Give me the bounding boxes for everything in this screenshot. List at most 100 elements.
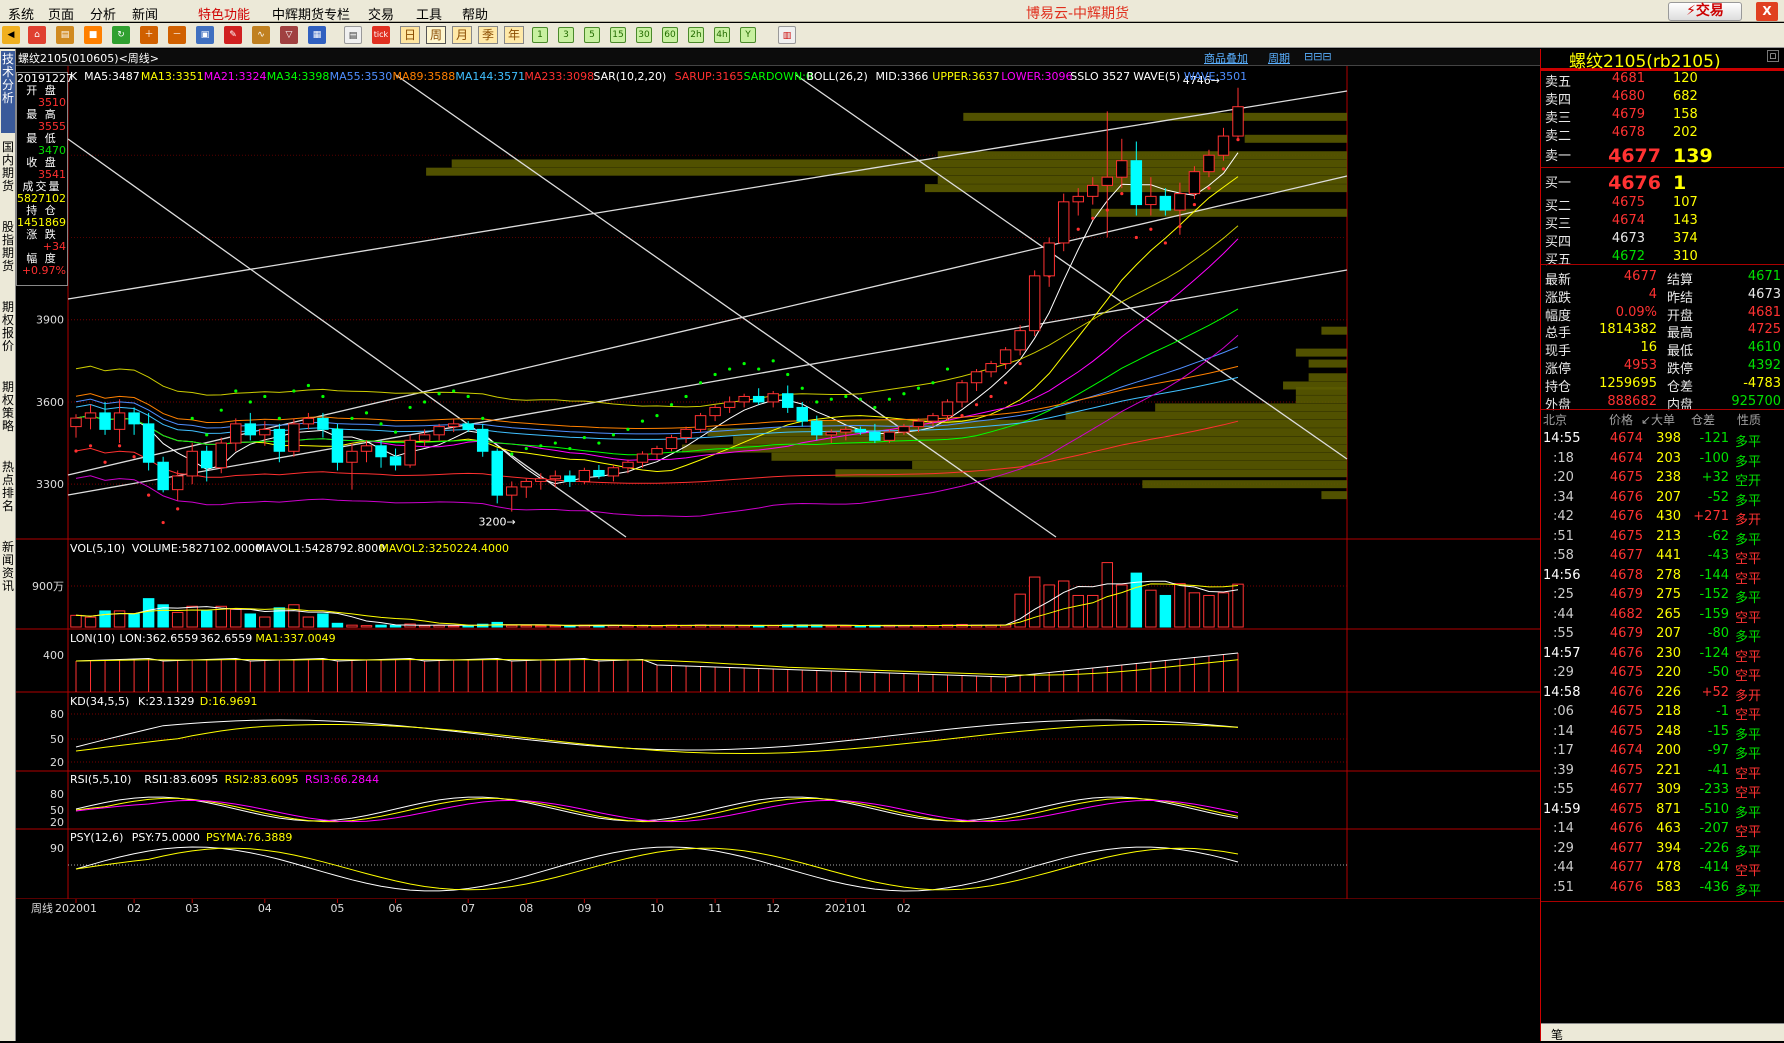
ma-legend: MA233:3098 [524,70,594,83]
info-box: 20191227 开 盘 3510 最 高 3555 最 低 3470 收 盘 3541 成交量… [16,72,73,286]
tick-price: 4679 [1609,587,1643,602]
news-icon[interactable]: ■ [84,26,102,44]
sidebar-tab-options-strategy[interactable]: 期权策略 [1,381,15,433]
close-button[interactable]: X [1756,2,1778,21]
period-month-button[interactable]: 月 [452,26,472,44]
candle-body [723,401,736,408]
sidebar-tab-index-futures[interactable]: 股指期货 [1,221,15,273]
period-60min-button[interactable]: 60 [662,27,678,43]
menu-tools[interactable]: 工具 [416,4,442,23]
kd-tick: 80 [50,708,64,721]
period-week-button[interactable]: 周 [426,26,446,44]
zoom-out-icon[interactable]: － [168,26,186,44]
volume-bar [1188,592,1201,628]
menu-zhonghui-column[interactable]: 中辉期货专栏 [272,4,350,23]
volume-bar [142,598,155,628]
candle-body [593,469,605,477]
candle-body [1217,135,1230,156]
trade-button-label: 交易 [1695,3,1724,19]
home-icon[interactable]: ⌂ [28,26,46,44]
ma-legend: MA13:3351 [141,70,204,83]
period-2h-button[interactable]: 2h [688,27,704,43]
candle-body [985,363,997,373]
tick-volume: 398 [1656,431,1681,446]
tick-time: :25 [1553,587,1574,602]
sidebar-tab-hot-ranking[interactable]: 热点排名 [1,461,15,513]
candle-body [694,415,707,430]
sidebar-tab-options-quote[interactable]: 期权报价 [1,301,15,353]
menu-trade[interactable]: 交易 [368,4,394,23]
tick-row: :39 4675 221 -41 空平 [1541,761,1784,782]
tick-nature: 多平 [1735,844,1762,860]
tick-nature: 空平 [1735,766,1762,782]
filter-icon[interactable]: ▽ [280,26,298,44]
period-5min-button[interactable]: 5 [584,27,600,43]
tick-price: 4679 [1609,626,1643,641]
calendar-icon[interactable]: ▥ [778,26,796,44]
tick-time: :42 [1553,509,1574,524]
period-15min-button[interactable]: 15 [610,27,626,43]
tick-volume: 394 [1656,840,1681,856]
candle-body [99,412,111,430]
zoom-in-icon[interactable]: ＋ [140,26,158,44]
ma-legend: MA34:3398 [267,70,330,83]
volume-bar [1028,576,1041,628]
menu-page[interactable]: 页面 [48,4,74,23]
sar-dot [684,394,688,399]
window-icon[interactable]: ▣ [196,26,214,44]
chart-type-icon[interactable]: ▦ [308,26,326,44]
volume-bar [1203,594,1215,628]
volume-bar [1130,572,1143,628]
period-3min-button[interactable]: 3 [558,27,574,43]
kd-tick: 20 [50,756,64,769]
pen-icon[interactable]: ✎ [224,26,242,44]
refresh-icon[interactable]: ↻ [112,26,130,44]
kline-chart[interactable]: 3900360033004746→3200→K MA5:3487 MA13:3351… [16,49,1540,1041]
menu-help[interactable]: 帮助 [462,4,488,23]
sidebar-tab-news[interactable]: 新闻资讯 [1,541,15,593]
tick-time: :51 [1553,528,1574,544]
table-icon[interactable]: ▤ [344,26,362,44]
sar-dot [945,367,950,371]
tick-footer-tab[interactable]: 笔 [1551,1026,1563,1043]
tick-volume: 200 [1656,743,1681,758]
book-icon[interactable]: ▤ [56,26,74,44]
sar-dot [1120,192,1124,196]
menu-features[interactable]: 特色功能 [198,4,250,23]
indicator-legend: K:23.1329 [138,695,194,708]
period-quarter-button[interactable]: 季 [478,26,498,44]
period-year-button[interactable]: 年 [504,26,524,44]
sar-dot [974,403,979,407]
period-day-button[interactable]: 日 [400,26,420,44]
sidebar-tab-domestic-futures[interactable]: 国内期货 [1,141,15,193]
sar-dot [800,386,804,390]
tick-oi-change: +52 [1701,684,1729,700]
trade-button[interactable]: ⚡交易 [1668,2,1742,21]
sar-dot [539,444,543,448]
menu-system[interactable]: 系统 [8,4,34,23]
back-icon[interactable]: ◀ [2,26,20,44]
period-y-button[interactable]: Y [740,27,756,43]
period-4h-button[interactable]: 4h [714,27,730,43]
indicator-legend: PSYMA:76.3889 [206,831,292,844]
tick-volume: 238 [1656,470,1681,485]
volume-bar [230,608,242,628]
tick-nature: 空平 [1735,669,1762,684]
indicator-icon[interactable]: ∿ [252,26,270,44]
chart-area[interactable]: 螺纹2105(010605)<周线> 商品叠加 周期 ⊟⊟⊟ 3900 3600 3… [16,49,1540,1041]
sidebar-tab-technical[interactable]: 技术分析 [1,51,15,133]
period-1min-button[interactable]: 1 [532,27,548,43]
volume-profile-bar [1155,403,1347,412]
tick-icon[interactable]: tick [372,26,390,44]
volume-bar [1087,594,1099,628]
tick-row: 14:57 4676 230 -124 空平 [1541,644,1784,665]
menu-analysis[interactable]: 分析 [90,4,116,23]
restore-icon[interactable]: ▫ [1767,50,1779,62]
psyma-line [75,847,1239,891]
ma-legend: SAR(10,2,20) [593,70,666,83]
menu-news[interactable]: 新闻 [132,4,158,23]
volume-profile-bar [1295,386,1347,395]
period-30min-button[interactable]: 30 [636,27,652,43]
sar-dot [1163,241,1167,245]
tick-nature: 多平 [1735,727,1762,743]
